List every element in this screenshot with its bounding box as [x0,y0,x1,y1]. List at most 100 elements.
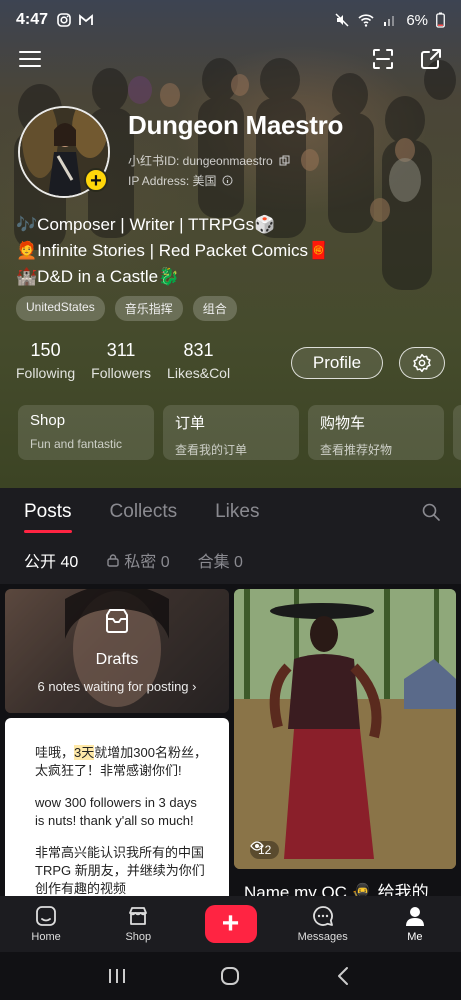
nav-home[interactable]: Home [0,896,92,952]
share-icon [421,49,441,69]
share-button[interactable] [417,45,445,73]
menu-button[interactable] [16,45,44,73]
drafts-subtitle: 6 notes waiting for posting › [37,679,197,694]
eye-icon [250,841,264,851]
shop-icon [129,907,148,925]
person-icon [405,907,424,926]
search-icon[interactable] [421,502,441,522]
photo-post-card[interactable]: 12 [234,589,456,869]
stat-label: Following [16,365,76,381]
create-post-button[interactable]: + [204,905,257,943]
scan-icon [373,49,393,69]
hamburger-icon [19,51,41,67]
bio-line: 🧑‍🦰Infinite Stories | Red Packet Comics🧧 [16,241,330,260]
bio-line: 🎶Composer | Writer | TTRPGs🎲 [16,215,276,234]
tag-location[interactable]: UnitedStates [16,296,105,321]
stat-followers[interactable]: 311 Followers [91,340,151,381]
profile-name: Dungeon Maestro [128,110,344,140]
note-text: 哇哦， [35,745,75,760]
nav-label: Me [407,931,423,943]
wifi-icon [358,14,374,27]
profile-tags: UnitedStates 音乐指挥 组合 [16,296,237,321]
subtab-private[interactable]: 私密 0 [106,548,170,572]
chat-bubble-icon [312,906,333,926]
settings-button[interactable] [399,347,445,379]
gmail-icon [79,14,93,25]
info-icon[interactable] [222,175,233,186]
tab-collects[interactable]: Collects [110,501,178,523]
posts-feed: Drafts 6 notes waiting for posting › 哇哦，… [0,584,461,896]
lock-icon [107,554,119,567]
tab-likes[interactable]: Likes [215,501,259,523]
post-subtabs: 公开 40 私密 0 合集 0 [0,536,461,584]
stat-following[interactable]: 150 Following [16,340,75,381]
profile-header: 4:47 6% + Dungeon Maestro 小红书ID: dungeon… [0,0,461,488]
note-paragraph: wow 300 followers in 3 days is nuts! tha… [35,795,197,828]
bio-line: 🏰D&D in a Castle🐉 [16,267,180,286]
stat-value: 831 [183,340,214,360]
inbox-icon [106,609,128,633]
bottom-navigation: Home Shop + Messages Me [0,896,461,952]
stat-value: 150 [30,340,61,360]
copy-icon[interactable] [279,155,290,166]
card-title: 购物车 [320,415,366,432]
add-avatar-button[interactable]: + [84,168,108,192]
subtab-collections[interactable]: 合集 0 [198,548,243,572]
content-tabs: Posts Collects Likes [0,488,461,536]
back-icon[interactable] [333,965,355,987]
subtab-public[interactable]: 公开 40 [24,548,78,572]
instagram-icon [57,13,71,27]
post-caption[interactable]: Name my OC 🥷 给我的 [244,878,429,896]
card-title: 订单 [175,415,206,432]
card-subtitle: Fun and fantastic [30,437,123,451]
home-circle-icon[interactable] [219,965,241,987]
battery-icon [436,12,445,28]
home-icon [36,906,56,926]
subtab-label: 合集 0 [197,554,243,571]
profile-stats: 150 Following 311 Followers 831 Likes&Co… [16,340,230,381]
ip-address-text: IP Address: 美国 [128,174,217,188]
system-navigation [0,952,461,1000]
shop-card[interactable]: Shop Fun and fantastic [18,405,154,460]
battery-percent: 6% [406,11,428,29]
nav-me[interactable]: Me [369,896,461,952]
top-toolbar [16,44,445,74]
stat-label: Followers [91,365,152,381]
gear-icon [413,353,431,373]
tab-posts[interactable]: Posts [24,501,72,533]
post-photo [234,589,456,869]
drafts-card[interactable]: Drafts 6 notes waiting for posting › [5,589,229,713]
nav-shop[interactable]: Shop [92,896,184,952]
tag-group[interactable]: 组合 [192,296,237,321]
stat-likes-collects[interactable]: 831 Likes&Col [167,340,230,381]
recents-icon[interactable] [106,966,128,986]
scan-button[interactable] [369,45,397,73]
drafts-title: Drafts [95,651,139,668]
nav-label: Home [31,931,61,943]
card-title: Shop [30,412,66,429]
note-highlight: 3天 [74,745,95,760]
ip-address: IP Address: 美国 [128,172,233,189]
view-count: 12 [250,841,280,859]
orders-card[interactable]: 订单 查看我的订单 [163,405,299,460]
shortcut-cards: Shop Fun and fantastic 订单 查看我的订单 购物车 查看推… [18,405,461,460]
subtab-label: 私密 0 [124,554,170,571]
signal-icon [384,16,395,26]
nav-label: Messages [297,931,348,943]
nav-messages[interactable]: Messages [277,896,369,952]
note-paragraph: 哇哦，3天就增加300名粉丝，太疯狂了！非常感谢你们! [35,744,209,780]
edit-profile-button[interactable]: Profile [291,347,383,379]
nav-create[interactable]: + [184,896,276,952]
stat-label: Likes&Col [167,365,231,381]
stat-value: 311 [106,340,136,360]
profile-id: 小红书ID: dungeonmaestro [128,152,290,169]
nav-label: Shop [125,931,152,943]
tag-music[interactable]: 音乐指挥 [114,296,183,321]
card-subtitle: 查看我的订单 [175,443,248,457]
note-paragraph: 非常高兴能认识我所有的中国 TRPG 新朋友，并继续为你们创作有趣的视频 [35,845,205,896]
cart-card[interactable]: 购物车 查看推荐好物 [308,405,444,460]
text-note-card[interactable]: 哇哦，3天就增加300名粉丝，太疯狂了！非常感谢你们! wow 300 foll… [5,718,229,896]
more-card[interactable] [453,405,461,460]
status-bar: 4:47 6% [0,0,461,40]
profile-id-text: 小红书ID: dungeonmaestro [128,154,273,168]
